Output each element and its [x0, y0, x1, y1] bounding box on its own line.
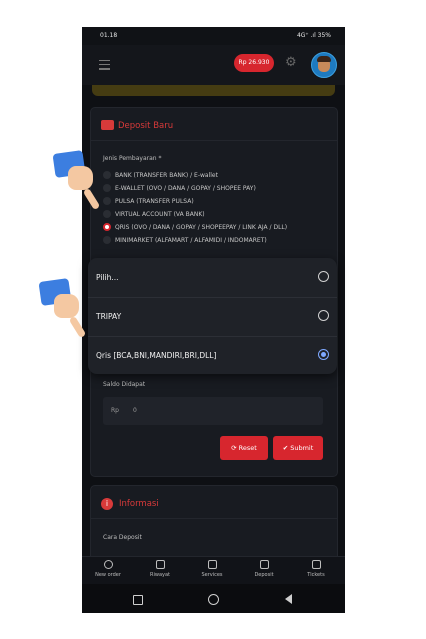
app-header — [82, 45, 345, 85]
submit-button[interactable]: ✔ Submit — [273, 436, 323, 460]
info-title-text: Informasi — [119, 499, 159, 509]
credit-card-icon — [101, 119, 114, 130]
nav-new-order[interactable]: New order — [82, 560, 134, 578]
gear-icon[interactable]: ⚙ — [285, 56, 299, 70]
deposit-title-text: Deposit Baru — [118, 121, 174, 131]
payment-option[interactable]: MINIMARKET (ALFAMART / ALFAMIDI / INDOMA… — [103, 235, 267, 246]
radio-icon — [103, 196, 111, 205]
header-banner — [92, 85, 335, 96]
deposit-title: Deposit Baru — [101, 116, 173, 136]
system-nav-bar — [82, 584, 345, 613]
nav-riwayat[interactable]: Riwayat — [134, 560, 186, 578]
cart-icon — [155, 560, 165, 569]
radio-icon — [318, 310, 329, 321]
status-indicators: 4G⁺ .ıl 35% — [296, 32, 331, 39]
payment-option[interactable]: VIRTUAL ACCOUNT (VA BANK) — [103, 209, 205, 220]
payment-option[interactable]: E-WALLET (OVO / DANA / GOPAY / SHOPEE PA… — [103, 183, 256, 194]
radio-icon — [103, 170, 111, 179]
payment-type-label: Jenis Pembayaran * — [103, 155, 162, 162]
dropdown-option[interactable]: Pilih... — [88, 258, 337, 297]
how-to-deposit: Cara Deposit — [103, 534, 142, 541]
home-icon[interactable] — [208, 594, 219, 605]
avatar[interactable] — [311, 52, 337, 78]
radio-selected-icon — [103, 222, 111, 231]
wallet-icon — [259, 560, 269, 569]
mail-icon — [311, 560, 321, 569]
recents-icon[interactable] — [133, 595, 143, 605]
info-title: i Informasi — [101, 494, 159, 514]
payment-option[interactable]: PULSA (TRANSFER PULSA) — [103, 196, 194, 207]
currency-label: Rp — [111, 407, 119, 414]
dropdown-option[interactable]: TRIPAY — [88, 297, 337, 336]
saldo-value: 0 — [133, 407, 137, 414]
nav-deposit[interactable]: Deposit — [238, 560, 290, 578]
payment-method-dropdown: Pilih... TRIPAY Qris [BCA,BNI,MANDIRI,BR… — [88, 258, 337, 374]
services-icon — [207, 560, 217, 569]
dropdown-option-selected[interactable]: Qris [BCA,BNI,MANDIRI,BRI,DLL] — [88, 336, 337, 375]
saldo-label: Saldo Didapat — [103, 381, 146, 388]
pointing-hand-icon — [38, 278, 88, 350]
payment-option-selected[interactable]: QRIS (OVO / DANA / GOPAY / SHOPEEPAY / L… — [103, 222, 287, 233]
nav-services[interactable]: Services — [186, 560, 238, 578]
status-time: 01.18 — [100, 32, 118, 39]
refresh-icon: ⟳ — [231, 444, 239, 452]
info-icon: i — [101, 497, 113, 510]
payment-option[interactable]: BANK (TRANSFER BANK) / E-wallet — [103, 170, 218, 181]
hamburger-icon[interactable] — [99, 60, 110, 73]
radio-icon — [103, 209, 111, 218]
status-bar: 01.18 4G⁺ .ıl 35% — [82, 27, 345, 45]
plus-circle-icon — [103, 560, 113, 569]
radio-icon — [103, 235, 111, 244]
balance-badge[interactable]: Rp 26.930 — [234, 54, 274, 72]
reset-button[interactable]: ⟳ Reset — [220, 436, 268, 460]
radio-icon — [103, 183, 111, 192]
saldo-field[interactable]: Rp 0 — [103, 397, 323, 425]
back-icon[interactable] — [285, 594, 292, 604]
bottom-nav: New order Riwayat Services Deposit Ticke… — [82, 556, 345, 584]
radio-selected-icon — [318, 349, 329, 360]
radio-icon — [318, 271, 329, 282]
nav-tickets[interactable]: Tickets — [290, 560, 342, 578]
pointing-hand-icon — [52, 150, 102, 222]
